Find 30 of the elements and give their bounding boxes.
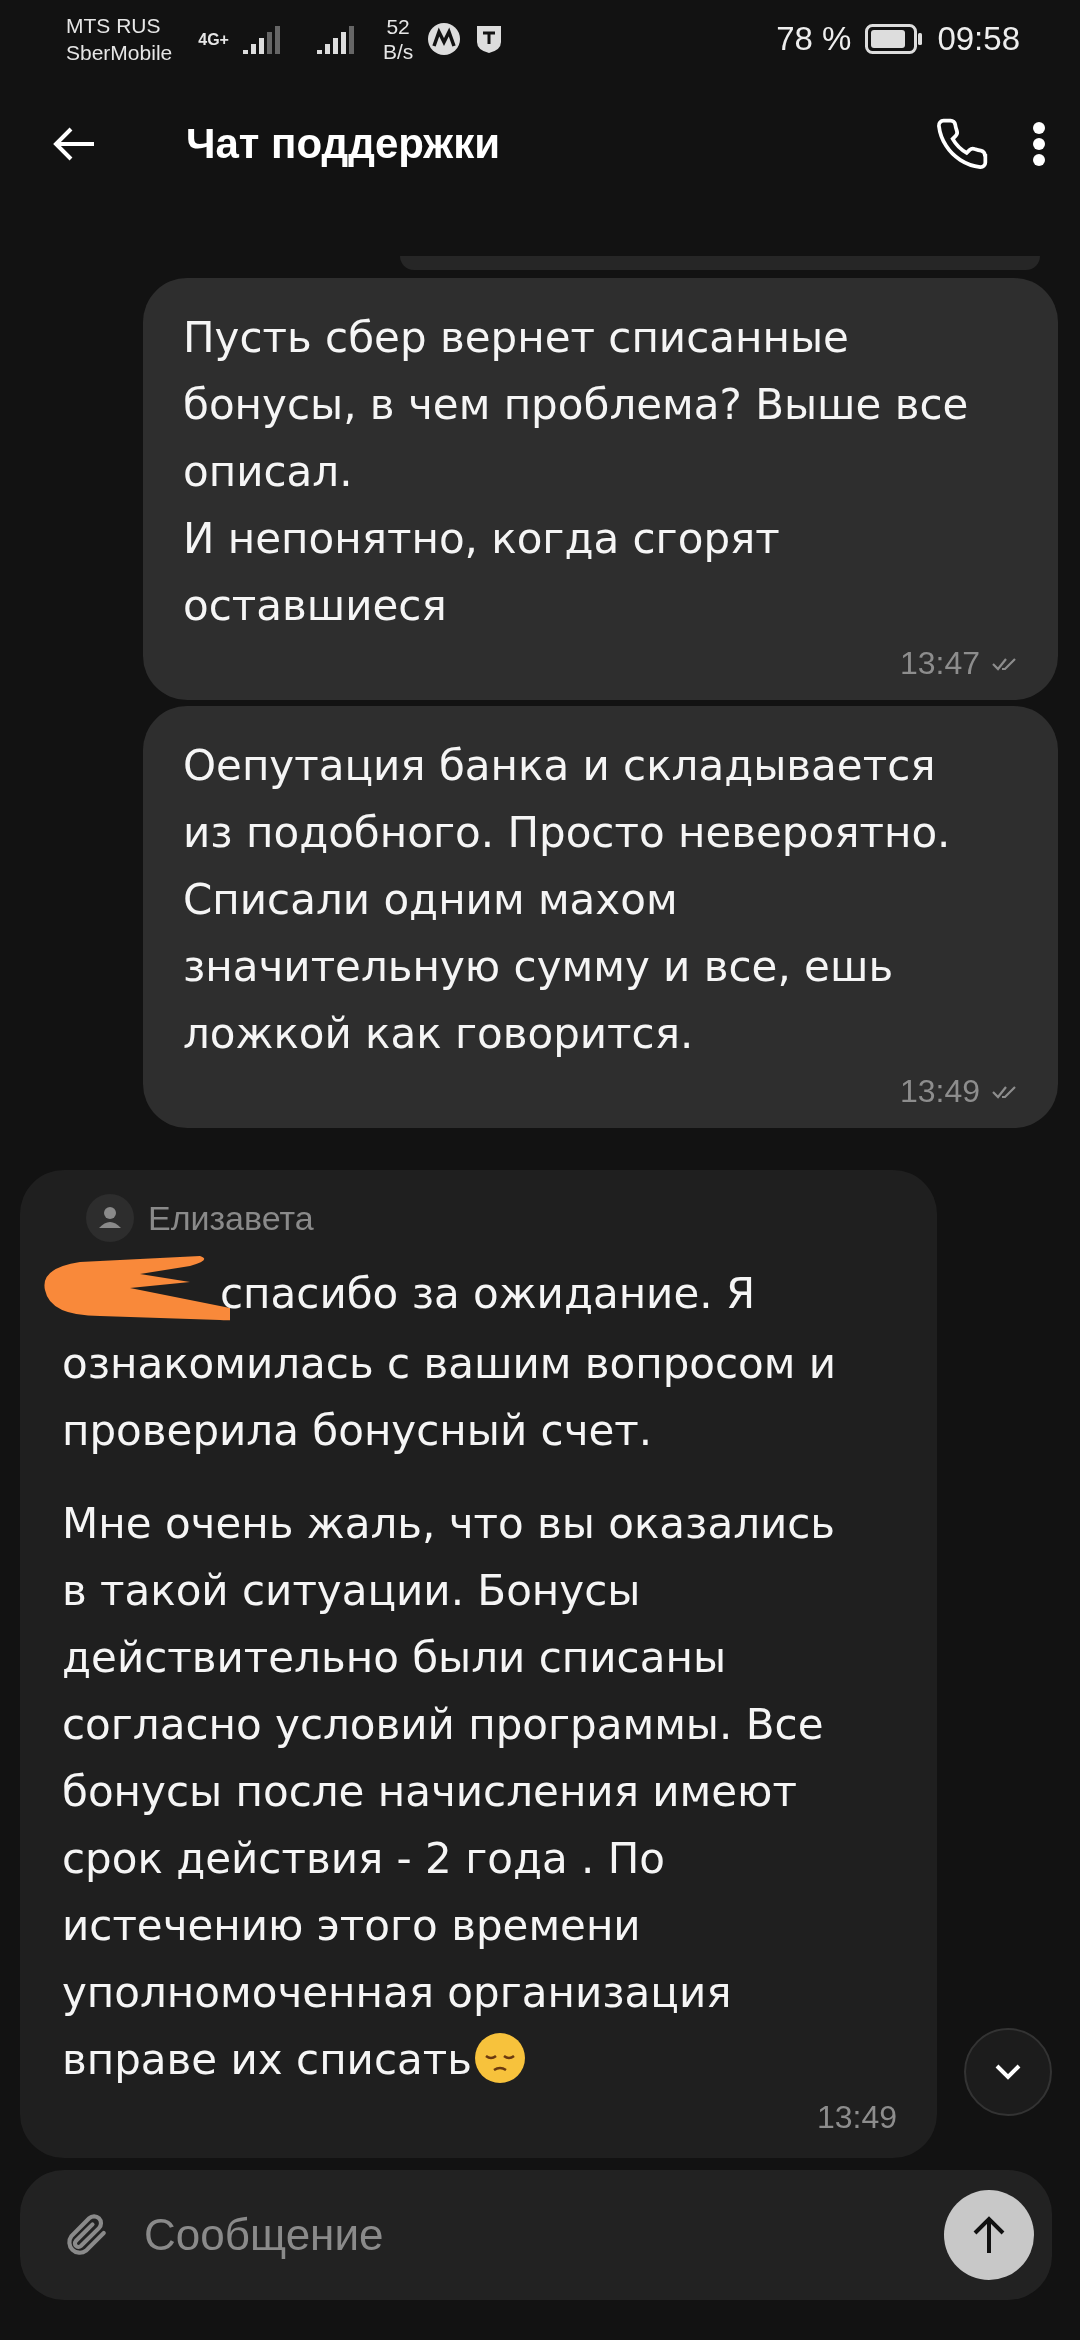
- signal-icon: [316, 24, 357, 54]
- signal-icon: [242, 24, 283, 54]
- phone-icon: [934, 116, 990, 172]
- message-text: Пусть сбер вернет списанные бонусы, в чем проблема? Выше все описал. И непонятно, когда сгорят оставшиеся: [183, 312, 970, 632]
- carrier-name: MTS RUS: [66, 13, 162, 39]
- chat-title: Чат поддержки: [186, 120, 501, 168]
- network-speed-unit: B/s: [382, 39, 414, 64]
- network-type: 4G+: [198, 29, 229, 50]
- message-composer[interactable]: Сообщение: [20, 2170, 1052, 2300]
- message-text: Мне очень жаль, что вы оказались в такой ситуации. Бонусы действительно были списаны согласно условий программы. Все бонусы после начисления имеют срок действия - 2 года . По истечению этого времени уполномоченная организация вправе их списать: [62, 1498, 837, 2086]
- message-text: Оепутация банка и складывается из подобного. Просто невероятно. Списали одним махом значительную сумму и все, ешь ложкой как говорится.: [183, 740, 952, 1060]
- shield-icon: [475, 24, 504, 54]
- user-avatar-icon: [86, 1194, 134, 1242]
- message-text: спасибо за ожидание. Я ознакомилась с вашим вопросом и проверила бонусный счет.: [62, 1250, 867, 1464]
- back-arrow-icon: [52, 126, 96, 162]
- carrier-name: SberMobile: [66, 40, 173, 66]
- battery-percent: 78 %: [776, 20, 852, 58]
- app-logo-icon: [427, 22, 462, 56]
- more-icon: [1032, 121, 1046, 167]
- network-speed: 52: [386, 14, 410, 39]
- chevron-down-icon: [994, 2063, 1022, 2081]
- message-time: 13:47: [899, 645, 980, 682]
- sender-name: Елизавета: [148, 1198, 314, 1238]
- clock: 09:58: [937, 20, 1020, 58]
- battery-icon: [865, 24, 924, 54]
- message-input[interactable]: Сообщение: [142, 2209, 912, 2261]
- message-time: 13:49: [899, 1073, 980, 1110]
- sad-face-emoji-icon: [473, 2032, 526, 2084]
- message-time: 13:49: [816, 2099, 897, 2136]
- arrow-up-icon: [972, 2215, 1006, 2255]
